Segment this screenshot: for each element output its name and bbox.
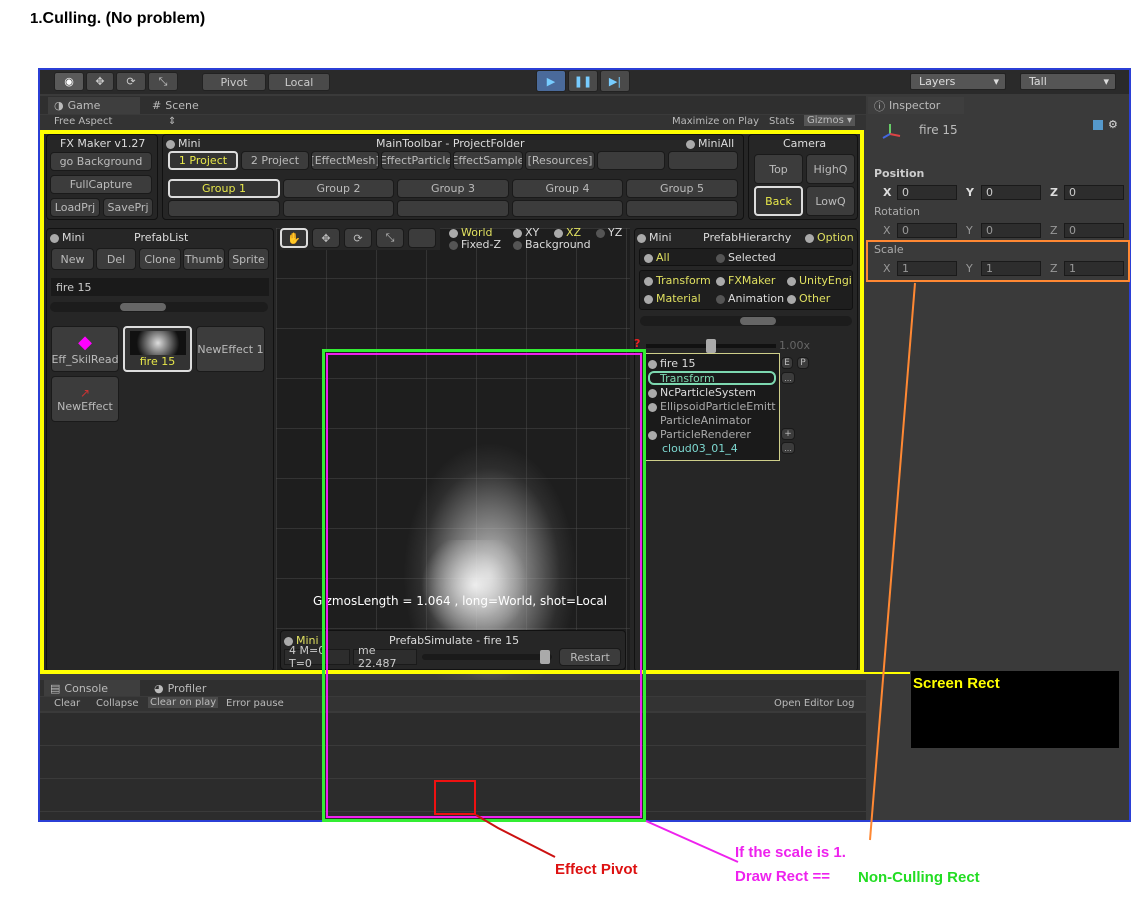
non-culling-rect-label: Non-Culling Rect — [858, 869, 980, 886]
annotation-lines — [475, 282, 916, 863]
draw-rect-label: Draw Rect == — [735, 868, 831, 885]
effect-pivot-label: Effect Pivot — [555, 861, 638, 878]
scale-note-label: If the scale is 1. — [735, 844, 846, 861]
screen-rect-label: Screen Rect — [913, 675, 1000, 692]
